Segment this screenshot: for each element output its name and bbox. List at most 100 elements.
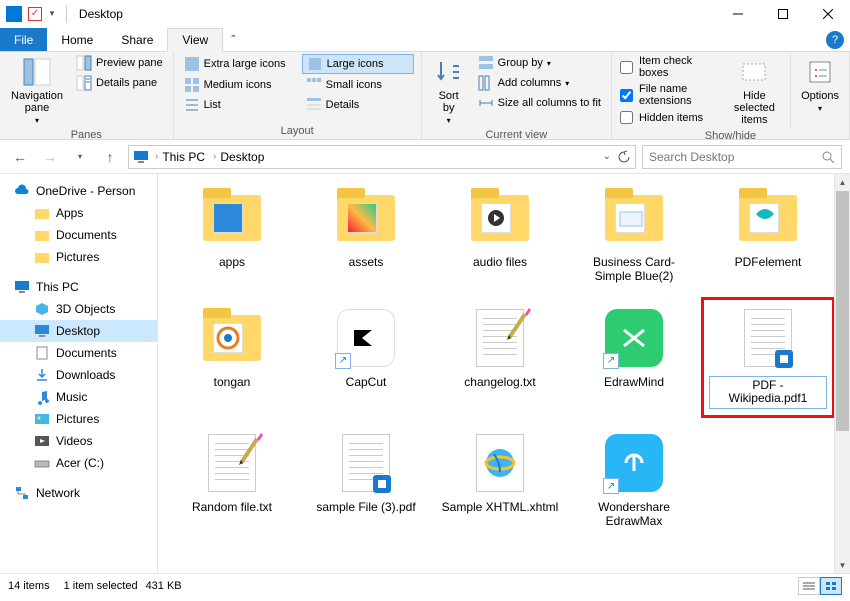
file-item[interactable]: Sample XHTML.xhtml: [436, 425, 564, 535]
details-icon: [306, 97, 322, 113]
recent-dropdown[interactable]: ▾: [68, 145, 92, 169]
item-checkboxes-label: Item check boxes: [639, 55, 719, 79]
list-icon: [184, 97, 200, 113]
breadcrumb[interactable]: ›Desktop: [211, 150, 266, 164]
file-thumbnail: ↗: [327, 304, 405, 372]
navigation-tree[interactable]: OneDrive - Person Apps Documents Picture…: [0, 174, 158, 573]
group-by-button[interactable]: Group by▾: [474, 54, 605, 72]
ribbon-tabs: File Home Share View ⌃ ?: [0, 28, 850, 52]
file-item[interactable]: PDF - Wikipedia.pdf1: [704, 300, 832, 416]
file-extensions-checkbox[interactable]: File name extensions: [618, 82, 721, 108]
file-item[interactable]: audio files: [436, 180, 564, 290]
tab-file[interactable]: File: [0, 28, 47, 51]
address-bar[interactable]: ›This PC ›Desktop ⌄: [128, 145, 636, 169]
scroll-thumb[interactable]: [836, 191, 849, 431]
refresh-icon[interactable]: [617, 150, 631, 164]
forward-button[interactable]: →: [38, 145, 62, 169]
add-columns-button[interactable]: Add columns▾: [474, 74, 605, 92]
options-button[interactable]: Options ▾: [797, 54, 843, 115]
large-icons-button[interactable]: Large icons: [302, 54, 414, 74]
file-thumbnail: ↗: [595, 429, 673, 497]
hidden-items-checkbox[interactable]: Hidden items: [618, 110, 721, 125]
search-input[interactable]: Search Desktop: [642, 145, 842, 169]
tree-label: Music: [56, 390, 87, 404]
properties-icon[interactable]: ✓: [28, 7, 42, 21]
tab-home[interactable]: Home: [47, 28, 107, 51]
close-button[interactable]: [805, 0, 850, 28]
tree-this-pc[interactable]: This PC: [0, 276, 157, 298]
item-count: 14 items: [8, 580, 50, 592]
objects3d-icon: [34, 301, 50, 317]
details-view-button[interactable]: [798, 577, 820, 595]
file-item[interactable]: ↗EdrawMind: [570, 300, 698, 416]
help-icon[interactable]: ?: [826, 31, 844, 49]
minimize-button[interactable]: [715, 0, 760, 28]
list-button[interactable]: List: [180, 96, 300, 114]
tree-pictures-2[interactable]: Pictures: [0, 408, 157, 430]
extra-large-icons-button[interactable]: Extra large icons: [180, 54, 300, 74]
hide-selected-button[interactable]: Hide selected items: [725, 54, 785, 128]
tab-share[interactable]: Share: [107, 28, 167, 51]
sort-icon: [433, 56, 465, 88]
tree-desktop[interactable]: Desktop: [0, 320, 157, 342]
file-item[interactable]: Random file.txt: [168, 425, 296, 535]
file-item[interactable]: PDFelement: [704, 180, 832, 290]
up-button[interactable]: ↑: [98, 145, 122, 169]
icons-view-button[interactable]: [820, 577, 842, 595]
file-item[interactable]: assets: [302, 180, 430, 290]
tree-downloads[interactable]: Downloads: [0, 364, 157, 386]
preview-pane-button[interactable]: Preview pane: [72, 54, 167, 72]
tree-documents[interactable]: Documents: [0, 224, 157, 246]
file-item[interactable]: Business Card-Simple Blue(2): [570, 180, 698, 290]
size-columns-button[interactable]: Size all columns to fit: [474, 94, 605, 112]
sort-by-button[interactable]: Sort by ▾: [428, 54, 470, 127]
tree-network[interactable]: Network: [0, 482, 157, 504]
qat-dropdown-icon[interactable]: ▼: [48, 9, 56, 18]
vertical-scrollbar[interactable]: ▲ ▼: [834, 174, 850, 573]
file-item[interactable]: ↗Wondershare EdrawMax: [570, 425, 698, 535]
ribbon-collapse-icon[interactable]: ⌃: [223, 34, 243, 45]
file-item[interactable]: tongan: [168, 300, 296, 416]
tree-apps[interactable]: Apps: [0, 202, 157, 224]
details-pane-button[interactable]: Details pane: [72, 74, 167, 92]
breadcrumb[interactable]: ›This PC: [153, 150, 207, 164]
file-item[interactable]: apps: [168, 180, 296, 290]
file-name-label: tongan: [214, 376, 251, 390]
details-pane-label: Details pane: [96, 77, 157, 89]
tree-documents-2[interactable]: Documents: [0, 342, 157, 364]
details-button[interactable]: Details: [302, 96, 414, 114]
file-item[interactable]: ↗CapCut: [302, 300, 430, 416]
item-checkboxes-checkbox[interactable]: Item check boxes: [618, 54, 721, 80]
crumb-desktop[interactable]: Desktop: [220, 150, 264, 164]
status-bar: 14 items 1 item selected 431 KB: [0, 573, 850, 597]
drive-icon: [34, 455, 50, 471]
crumb-this-pc[interactable]: This PC: [162, 150, 205, 164]
downloads-icon: [34, 367, 50, 383]
file-list[interactable]: appsassetsaudio filesBusiness Card-Simpl…: [158, 174, 850, 573]
tab-view[interactable]: View: [167, 28, 223, 52]
address-dropdown-icon[interactable]: ⌄: [603, 151, 611, 162]
preview-pane-label: Preview pane: [96, 57, 163, 69]
navigation-pane-button[interactable]: Navigation pane ▾: [6, 54, 68, 127]
tree-onedrive[interactable]: OneDrive - Person: [0, 180, 157, 202]
tree-label: Apps: [56, 206, 83, 220]
maximize-button[interactable]: [760, 0, 805, 28]
navigation-pane-icon: [21, 56, 53, 88]
scroll-down-icon[interactable]: ▼: [835, 557, 850, 573]
title-bar: ✓ ▼ Desktop: [0, 0, 850, 28]
small-icons-button[interactable]: Small icons: [302, 76, 414, 94]
tree-acer-drive[interactable]: Acer (C:): [0, 452, 157, 474]
tree-music[interactable]: Music: [0, 386, 157, 408]
medium-icons-button[interactable]: Medium icons: [180, 76, 300, 94]
back-button[interactable]: ←: [8, 145, 32, 169]
chevron-down-icon: ▾: [447, 116, 451, 125]
file-item[interactable]: changelog.txt: [436, 300, 564, 416]
tree-label: Downloads: [56, 368, 115, 382]
view-toggle: [798, 577, 842, 595]
scroll-up-icon[interactable]: ▲: [835, 174, 850, 190]
tree-3d-objects[interactable]: 3D Objects: [0, 298, 157, 320]
tree-videos[interactable]: Videos: [0, 430, 157, 452]
tree-pictures[interactable]: Pictures: [0, 246, 157, 268]
file-item[interactable]: sample File (3).pdf: [302, 425, 430, 535]
tree-label: Pictures: [56, 412, 99, 426]
